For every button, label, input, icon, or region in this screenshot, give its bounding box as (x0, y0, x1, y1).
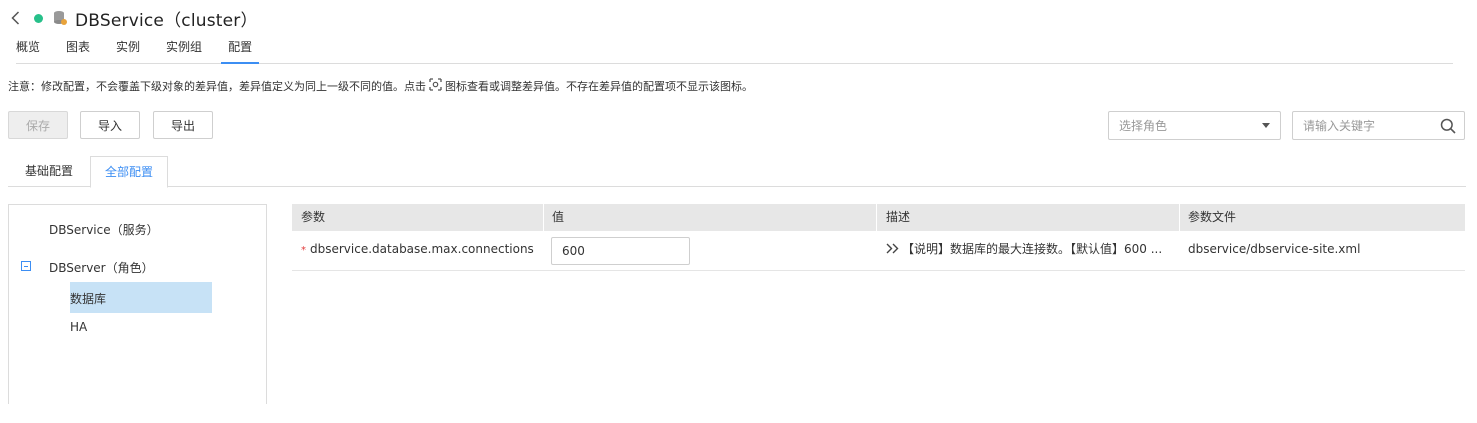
tab-instances[interactable]: 实例 (116, 38, 140, 64)
column-header-description: 描述 (886, 210, 911, 224)
param-description-cell: 【说明】数据库的最大连接数。【默认值】600 ... (886, 231, 1171, 267)
search-box (1292, 111, 1465, 140)
tree-node-role[interactable]: DBServer（角色） (49, 259, 154, 276)
page-header: DBService（cluster） (8, 6, 258, 31)
database-icon (53, 10, 67, 26)
tab-instance-groups[interactable]: 实例组 (166, 38, 202, 64)
param-description: 【说明】数据库的最大连接数。【默认值】600 ... (902, 242, 1163, 256)
search-icon[interactable] (1440, 118, 1456, 134)
double-chevron-right-icon[interactable] (886, 232, 900, 268)
status-dot (34, 13, 43, 23)
required-mark: * (301, 245, 306, 256)
param-value-input[interactable] (551, 237, 690, 265)
notice-before: 注意：修改配置，不会覆盖下级对象的差异值，差异值定义为同上一级不同的值。点击 (8, 80, 426, 93)
column-header-value: 值 (552, 210, 565, 224)
notice-text: 注意：修改配置，不会覆盖下级对象的差异值，差异值定义为同上一级不同的值。点击 图… (8, 78, 753, 94)
search-input[interactable] (1303, 118, 1433, 133)
column-header-param: 参数 (301, 210, 326, 224)
collapse-icon[interactable] (21, 261, 31, 271)
table-header: 参数 值 描述 参数文件 (292, 204, 1465, 231)
chevron-left-icon[interactable] (8, 7, 22, 29)
param-name: dbservice.database.max.connections (310, 242, 534, 256)
role-select-placeholder: 选择角色 (1119, 119, 1168, 133)
tab-charts[interactable]: 图表 (66, 38, 90, 64)
param-name-cell: * dbservice.database.max.connections (301, 231, 534, 267)
notice-after: 图标查看或调整差异值。不存在差异值的配置项不显示该图标。 (445, 80, 753, 93)
page-title: DBService（cluster） (75, 10, 258, 31)
tree-node-service[interactable]: DBService（服务） (49, 221, 159, 238)
export-button[interactable]: 导出 (153, 111, 213, 139)
tree-node-database[interactable]: 数据库 (70, 290, 106, 307)
diff-icon (429, 78, 442, 94)
chevron-down-icon (1262, 123, 1270, 128)
tree-node-ha[interactable]: HA (70, 320, 87, 334)
tab-overview[interactable]: 概览 (16, 38, 40, 64)
column-divider (543, 204, 544, 231)
column-header-param-file: 参数文件 (1188, 210, 1237, 224)
column-divider (1179, 204, 1180, 231)
role-select[interactable]: 选择角色 (1108, 111, 1281, 140)
config-sub-tabs: 基础配置 全部配置 (8, 156, 1466, 188)
param-file: dbservice/dbservice-site.xml (1188, 242, 1361, 256)
nav-tabs: 概览 图表 实例 实例组 配置 (16, 38, 1453, 64)
column-divider (876, 204, 877, 231)
import-button[interactable]: 导入 (80, 111, 140, 139)
save-button[interactable]: 保存 (8, 111, 68, 139)
tab-basic-config[interactable]: 基础配置 (8, 156, 90, 187)
table-row: * dbservice.database.max.connections 【说明】… (292, 231, 1465, 271)
tab-configuration[interactable]: 配置 (221, 38, 260, 64)
tab-all-config[interactable]: 全部配置 (90, 156, 168, 188)
